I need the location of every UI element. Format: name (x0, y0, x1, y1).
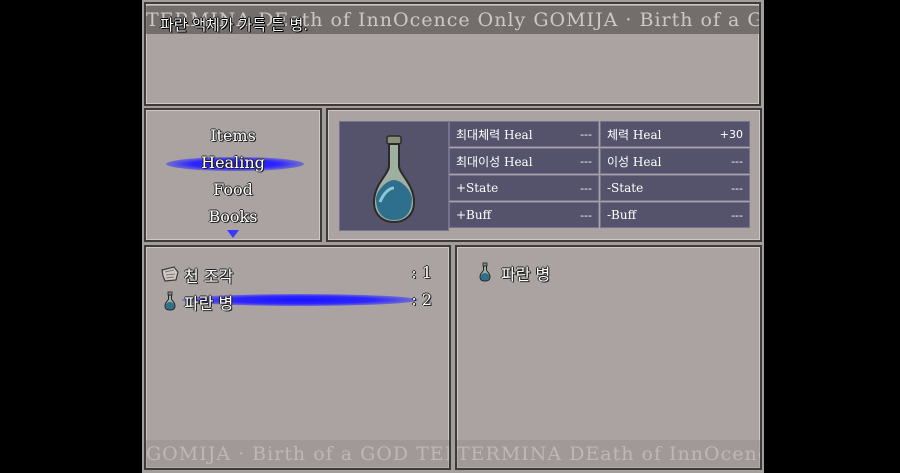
blue-bottle-icon (164, 291, 176, 311)
stat-remove-state: -State --- (600, 175, 750, 201)
category-healing[interactable]: Healing (146, 153, 320, 172)
list-item-selected[interactable]: 파란 병 : 2 (158, 288, 444, 313)
blue-bottle-icon (372, 135, 416, 224)
category-books[interactable]: Books (146, 207, 320, 226)
category-food[interactable]: Food (146, 180, 320, 199)
help-window: TERMINA DEath of InnOcence Only GOMIJA ·… (144, 2, 761, 106)
item-image (339, 121, 449, 231)
item-detail-panel: 최대체력 Heal --- 체력 Heal +30 최대이성 Heal --- 이성 … (326, 108, 762, 242)
stat-grid: 최대체력 Heal --- 체력 Heal +30 최대이성 Heal --- 이성 … (449, 121, 750, 230)
item-description: 파란 액체가 가득 든 병. (160, 16, 309, 34)
inventory-list: 천 조각 : 1 파란 병 : 2 GOMIJA · Birth of a GO… (144, 245, 451, 470)
stat-hp-heal: 체력 Heal +30 (600, 121, 750, 147)
game-screen: TERMINA DEath of InnOcence Only GOMIJA ·… (142, 0, 764, 473)
scroll-down-arrow-icon[interactable] (227, 230, 239, 238)
blue-bottle-icon (479, 262, 491, 282)
title-banner-bottom-right: TERMINA DEath of InnOcence Only GOMIJA ·… (457, 440, 760, 468)
selected-item-panel: 파란 병 TERMINA DEath of InnOcence Only GOM… (455, 245, 762, 470)
stat-sanity-heal: 이성 Heal --- (600, 148, 750, 174)
cloth-icon (161, 266, 179, 282)
title-banner-bottom-left: GOMIJA · Birth of a GOD TERMINA · DEath … (146, 440, 449, 468)
category-menu: Items Healing Food Books (144, 108, 322, 242)
stat-add-state: +State --- (449, 175, 599, 201)
stat-add-buff: +Buff --- (449, 202, 599, 228)
stat-remove-buff: -Buff --- (600, 202, 750, 228)
list-item[interactable]: 천 조각 : 1 (158, 261, 444, 286)
category-items[interactable]: Items (146, 126, 320, 145)
stat-max-hp-heal: 최대체력 Heal --- (449, 121, 599, 147)
stat-max-sanity-heal: 최대이성 Heal --- (449, 148, 599, 174)
